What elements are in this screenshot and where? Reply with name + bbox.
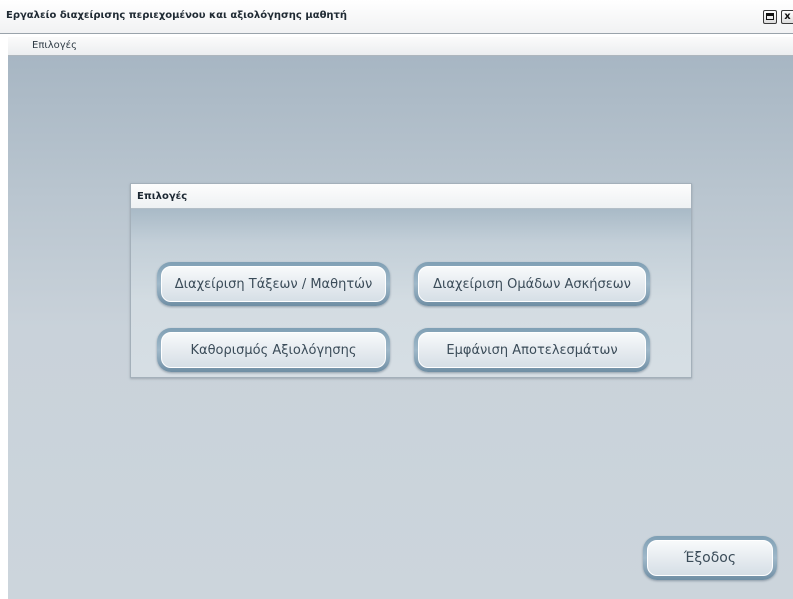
panel-title: Επιλογές [137, 191, 188, 202]
panel-body: Διαχείριση Τάξεων / Μαθητών Διαχείριση Ο… [131, 209, 691, 377]
main-content: Επιλογές Διαχείριση Τάξεων / Μαθητών Δια… [8, 56, 793, 599]
close-button[interactable]: x [781, 10, 793, 24]
manage-exercise-groups-button[interactable]: Διαχείριση Ομάδων Ασκήσεων [414, 262, 650, 306]
panel-header: Επιλογές [131, 184, 691, 209]
define-evaluation-button[interactable]: Καθορισμός Αξιολόγησης [157, 328, 390, 372]
manage-classes-students-label: Διαχείριση Τάξεων / Μαθητών [161, 266, 386, 302]
maximize-button[interactable] [763, 10, 777, 24]
menu-item-options[interactable]: Επιλογές [32, 40, 77, 51]
window-title: Εργαλείο διαχείρισης περιεχομένου και αξ… [6, 10, 348, 21]
title-bar: Εργαλείο διαχείρισης περιεχομένου και αξ… [0, 0, 793, 34]
app-window: Εργαλείο διαχείρισης περιεχομένου και αξ… [0, 0, 793, 599]
manage-exercise-groups-label: Διαχείριση Ομάδων Ασκήσεων [418, 266, 646, 302]
maximize-icon [766, 13, 774, 20]
menu-bar: Επιλογές [8, 37, 793, 56]
manage-classes-students-button[interactable]: Διαχείριση Τάξεων / Μαθητών [157, 262, 390, 306]
options-panel: Επιλογές Διαχείριση Τάξεων / Μαθητών Δια… [130, 183, 692, 378]
show-results-button[interactable]: Εμφάνιση Αποτελεσμάτων [414, 328, 650, 372]
show-results-label: Εμφάνιση Αποτελεσμάτων [418, 332, 646, 368]
define-evaluation-label: Καθορισμός Αξιολόγησης [161, 332, 386, 368]
close-icon: x [784, 11, 791, 22]
exit-button[interactable]: Έξοδος [643, 536, 777, 580]
exit-label: Έξοδος [647, 540, 773, 576]
